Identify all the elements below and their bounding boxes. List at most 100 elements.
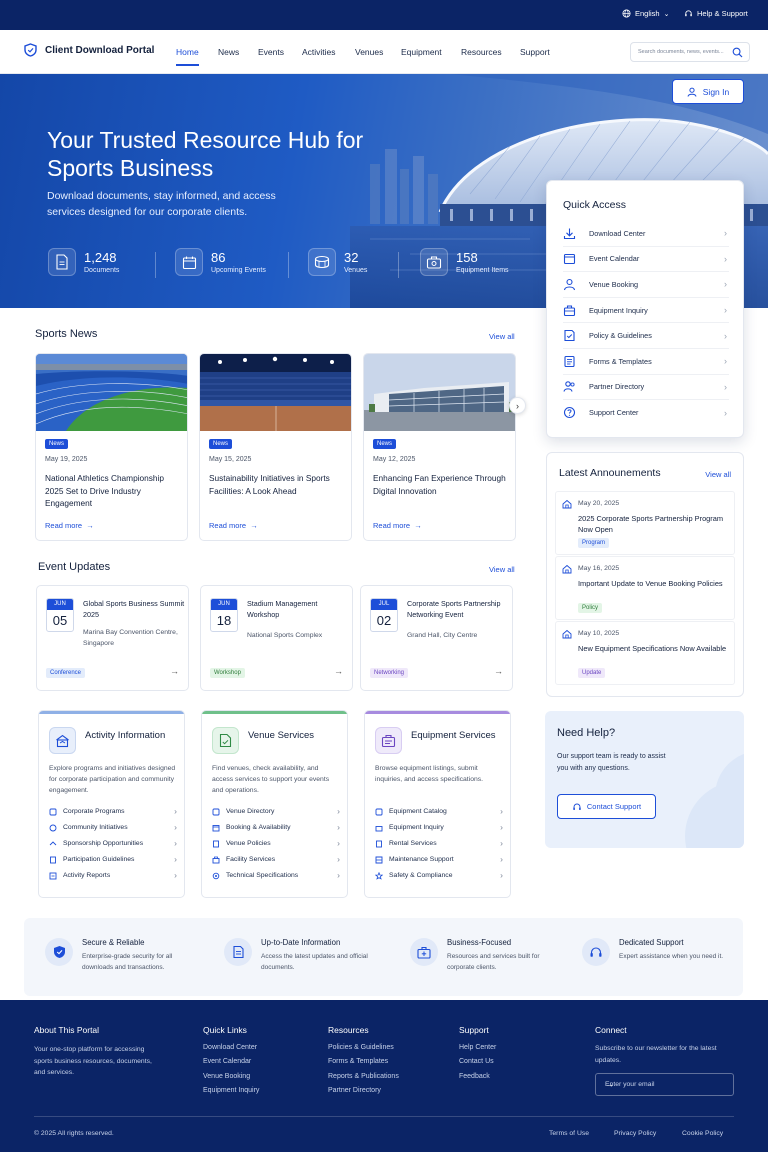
sign-in-button[interactable]: Sign In	[672, 79, 744, 104]
service-link[interactable]: Participation Guidelines ›	[49, 854, 177, 867]
service-link[interactable]: Venue Directory ›	[212, 806, 340, 819]
news-card[interactable]: News May 12, 2025 Enhancing Fan Experien…	[363, 353, 516, 541]
search-icon[interactable]	[732, 47, 743, 58]
search-input[interactable]: Search documents, news, events...	[630, 42, 750, 62]
news-date: May 19, 2025	[45, 456, 88, 463]
privacy-link[interactable]: Privacy Policy	[614, 1130, 656, 1137]
quick-access-item[interactable]: Venue Booking ›	[563, 272, 729, 298]
nav-news[interactable]: News	[218, 47, 239, 57]
service-link[interactable]: Equipment Inquiry ›	[375, 822, 503, 835]
footer-link[interactable]: Forms & Templates	[328, 1058, 388, 1065]
quick-access-item[interactable]: Forms & Templates ›	[563, 349, 729, 375]
footer-connect-title: Connect	[595, 1025, 627, 1035]
footer-link[interactable]: Venue Booking	[203, 1073, 250, 1080]
feature-title: Business-Focused	[447, 938, 512, 947]
footer-link[interactable]: Download Center	[203, 1044, 257, 1051]
feature-desc: Expert assistance when you need it.	[619, 953, 724, 960]
quick-access-item[interactable]: Event Calendar ›	[563, 247, 729, 273]
service-link[interactable]: Community Initiatives ›	[49, 822, 177, 835]
list-item-icon	[375, 840, 383, 848]
events-view-all-link[interactable]: View all	[489, 565, 515, 574]
service-link[interactable]: Safety & Compliance ›	[375, 870, 503, 883]
announcements-panel: Latest Announements View all May 20, 202…	[546, 452, 744, 697]
arrow-right-icon[interactable]: →	[170, 666, 179, 676]
read-more-link[interactable]: Read more →	[373, 521, 422, 530]
service-link[interactable]: Facility Services ›	[212, 854, 340, 867]
stat-equipment: 158 Equipment Items	[420, 248, 509, 276]
news-card[interactable]: News May 15, 2025 Sustainability Initiat…	[199, 353, 352, 541]
footer-link[interactable]: Partner Directory	[328, 1087, 381, 1094]
quick-access-item[interactable]: Download Center ›	[563, 221, 729, 247]
footer-about-text: Your one-stop platform for accessing spo…	[34, 1046, 152, 1076]
read-more-link[interactable]: Read more →	[209, 521, 258, 530]
news-title: National Athletics Championship 2025 Set…	[45, 473, 164, 508]
service-link[interactable]: Technical Specifications ›	[212, 870, 340, 883]
service-link[interactable]: Venue Policies ›	[212, 838, 340, 851]
service-link-label: Technical Specifications	[226, 872, 299, 879]
service-link[interactable]: Sponsorship Opportunities ›	[49, 838, 177, 851]
announcements-view-all-link[interactable]: View all	[705, 470, 731, 479]
footer-link[interactable]: Help Center	[459, 1044, 496, 1051]
service-link-label: Rental Services	[389, 840, 437, 847]
nav-equipment[interactable]: Equipment	[401, 47, 442, 57]
chevron-right-icon: ›	[724, 305, 727, 316]
nav-support[interactable]: Support	[520, 47, 550, 57]
service-link[interactable]: Rental Services ›	[375, 838, 503, 851]
service-link[interactable]: Activity Reports ›	[49, 870, 177, 883]
nav-activities[interactable]: Activities	[302, 47, 336, 57]
service-link[interactable]: Corporate Programs ›	[49, 806, 177, 819]
brand-logo[interactable]: Client Download Portal	[24, 43, 154, 57]
top-bar: English ⌄ Help & Support	[0, 0, 768, 30]
announcement-item[interactable]: May 10, 2025 New Equipment Specification…	[555, 621, 735, 685]
chevron-right-icon: ›	[174, 822, 177, 832]
equipment-services-card: Equipment Services Browse equipment list…	[364, 710, 511, 898]
nav-events[interactable]: Events	[258, 47, 284, 57]
stat-value: 1,248	[84, 250, 117, 265]
footer-link[interactable]: Feedback	[459, 1073, 490, 1080]
carousel-next-button[interactable]: ›	[509, 397, 526, 414]
help-support-link[interactable]: Help & Support	[684, 9, 748, 18]
announcement-item[interactable]: May 16, 2025 Important Update to Venue B…	[555, 556, 735, 620]
quick-access-item[interactable]: Policy & Guidelines ›	[563, 323, 729, 349]
footer-link[interactable]: Equipment Inquiry	[203, 1087, 259, 1094]
footer-link[interactable]: Policies & Guidelines	[328, 1044, 394, 1051]
contact-support-button[interactable]: Contact Support	[557, 794, 656, 819]
news-view-all-link[interactable]: View all	[489, 332, 515, 341]
news-tag: News	[45, 439, 69, 449]
service-link[interactable]: Booking & Availability ›	[212, 822, 340, 835]
quick-access-title: Quick Access	[563, 199, 627, 211]
nav-venues[interactable]: Venues	[355, 47, 383, 57]
language-selector[interactable]: English ⌄	[622, 9, 669, 18]
nav-resources[interactable]: Resources	[461, 47, 502, 57]
policy-icon	[564, 330, 575, 342]
quick-access-item[interactable]: Support Center ›	[563, 400, 729, 426]
partner-icon	[563, 381, 575, 393]
service-link[interactable]: Maintenance Support ›	[375, 854, 503, 867]
nav-home[interactable]: Home	[176, 47, 199, 57]
news-card[interactable]: News May 19, 2025 National Athletics Cha…	[35, 353, 188, 541]
arrow-right-icon[interactable]: →	[494, 666, 503, 676]
event-card[interactable]: JUL 02 Corporate Sports Partnership Netwo…	[360, 585, 513, 691]
quick-access-item[interactable]: Equipment Inquiry ›	[563, 298, 729, 324]
footer-link[interactable]: Contact Us	[459, 1058, 494, 1065]
chevron-right-icon: ›	[724, 356, 727, 367]
footer-resources-title: Resources	[328, 1025, 369, 1035]
event-card[interactable]: JUN 05 Global Sports Business Summit 2025…	[36, 585, 189, 691]
arrow-right-icon: →	[412, 521, 422, 530]
list-item-icon	[212, 840, 220, 848]
stat-value: 158	[456, 250, 478, 265]
quick-access-item[interactable]: Partner Directory ›	[563, 375, 729, 401]
chevron-right-icon: ›	[500, 806, 503, 816]
footer-link[interactable]: Reports & Publications	[328, 1073, 399, 1080]
read-more-link[interactable]: Read more →	[45, 521, 94, 530]
arrow-right-icon[interactable]: →	[605, 1079, 725, 1089]
cookie-link[interactable]: Cookie Policy	[682, 1130, 723, 1137]
terms-link[interactable]: Terms of Use	[549, 1130, 589, 1137]
feature-desc: Resources and services built for corpora…	[447, 953, 540, 971]
service-link[interactable]: Equipment Catalog ›	[375, 806, 503, 819]
footer-link[interactable]: Event Calendar	[203, 1058, 251, 1065]
newsletter-email-input[interactable]: Enter your email →	[595, 1073, 734, 1096]
arrow-right-icon[interactable]: →	[334, 666, 343, 676]
announcement-item[interactable]: May 20, 2025 2025 Corporate Sports Partn…	[555, 491, 735, 555]
event-card[interactable]: JUN 18 Stadium Management Workshop Nation…	[200, 585, 353, 691]
